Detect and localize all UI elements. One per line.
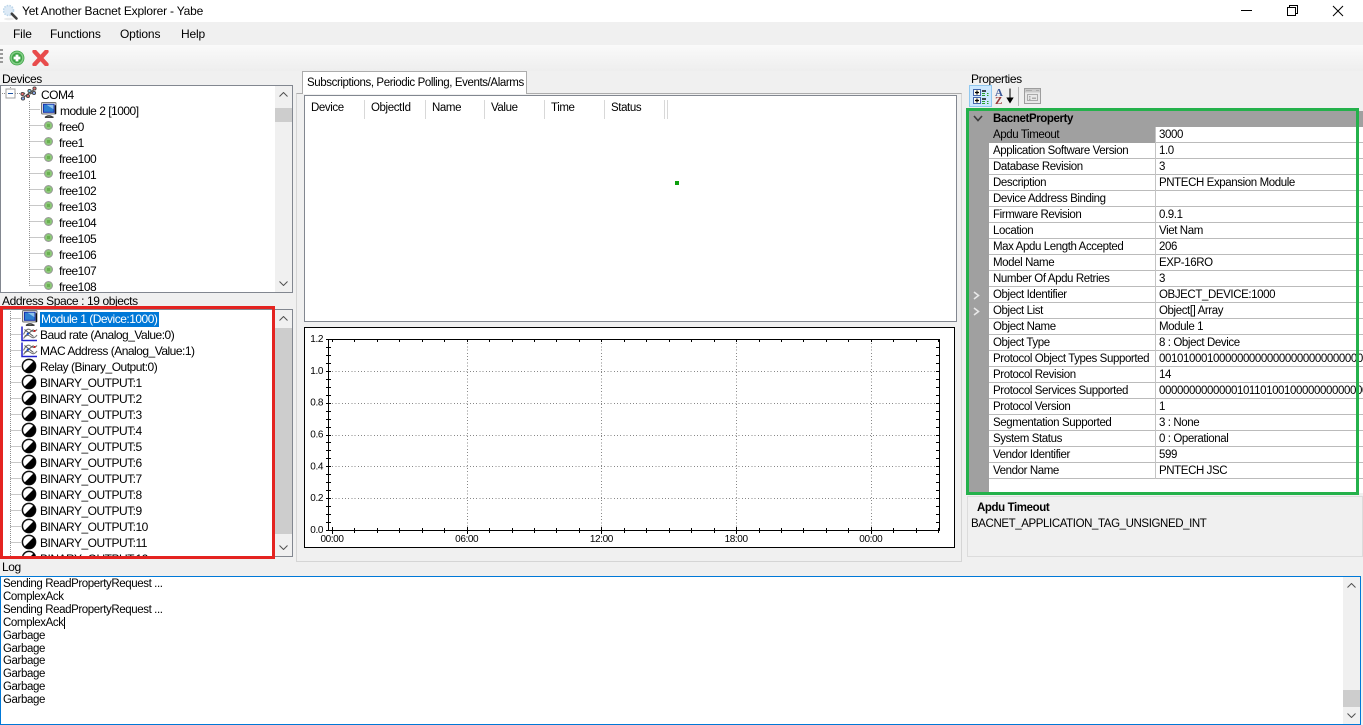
svg-text:00:00: 00:00: [320, 534, 344, 545]
svg-text:12:00: 12:00: [590, 534, 614, 545]
svg-text:0.2: 0.2: [310, 493, 324, 504]
svg-text:1.2: 1.2: [310, 334, 324, 345]
svg-text:00:00: 00:00: [859, 534, 883, 545]
svg-text:1.0: 1.0: [310, 366, 324, 377]
svg-text:18:00: 18:00: [725, 534, 749, 545]
svg-text:0.8: 0.8: [310, 398, 324, 409]
svg-text:0.4: 0.4: [310, 461, 324, 472]
svg-text:0.6: 0.6: [310, 430, 324, 441]
svg-text:06:00: 06:00: [455, 534, 479, 545]
